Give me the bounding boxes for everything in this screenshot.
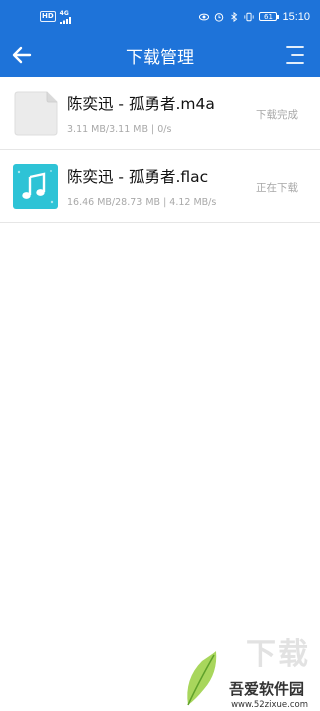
status-left: HD 4G <box>40 10 72 24</box>
alarm-icon <box>215 12 224 22</box>
status-bar: HD 4G 61 15:10 <box>0 0 320 33</box>
app-bar: 下载管理 <box>0 33 320 77</box>
hd-badge: HD <box>40 11 56 22</box>
file-name: 陈奕迅 - 孤勇者.m4a <box>67 95 215 113</box>
watermark-url: www.52zixue.com <box>231 700 308 710</box>
file-progress: 16.46 MB/28.73 MB | 4.12 MB/s <box>67 197 217 208</box>
clock: 15:10 <box>282 10 310 23</box>
watermark-name: 吾爱软件园 <box>226 678 306 699</box>
file-progress: 3.11 MB/3.11 MB | 0/s <box>67 124 172 135</box>
download-item[interactable]: 陈奕迅 - 孤勇者.flac 16.46 MB/28.73 MB | 4.12 … <box>0 150 320 223</box>
page-title: 下载管理 <box>126 47 194 68</box>
blank-file-icon <box>14 91 58 136</box>
network-indicator: 4G <box>59 9 72 24</box>
status-label: 下载完成 <box>256 109 298 121</box>
battery-icon: 61 <box>259 12 280 21</box>
signal-icon <box>59 16 71 24</box>
vibrate-icon <box>244 12 255 21</box>
arrow-left-icon[interactable] <box>10 43 34 67</box>
bluetooth-icon <box>231 11 238 22</box>
music-file-icon <box>13 164 58 209</box>
leaf-logo-icon <box>187 651 217 706</box>
status-right: 61 15:10 <box>199 11 310 23</box>
status-label: 正在下载 <box>256 182 298 194</box>
watermark: 下载 吾爱软件园 www.52zixue.com <box>150 591 320 711</box>
network-label: 4G <box>59 9 69 17</box>
menu-icon[interactable] <box>284 43 306 67</box>
file-name: 陈奕迅 - 孤勇者.flac <box>67 168 209 186</box>
eye-icon <box>199 13 210 20</box>
download-list: 陈奕迅 - 孤勇者.m4a 3.11 MB/3.11 MB | 0/s 下载完成… <box>0 77 320 223</box>
download-item[interactable]: 陈奕迅 - 孤勇者.m4a 3.11 MB/3.11 MB | 0/s 下载完成 <box>0 77 320 150</box>
watermark-big-text: 下载 <box>246 637 310 672</box>
